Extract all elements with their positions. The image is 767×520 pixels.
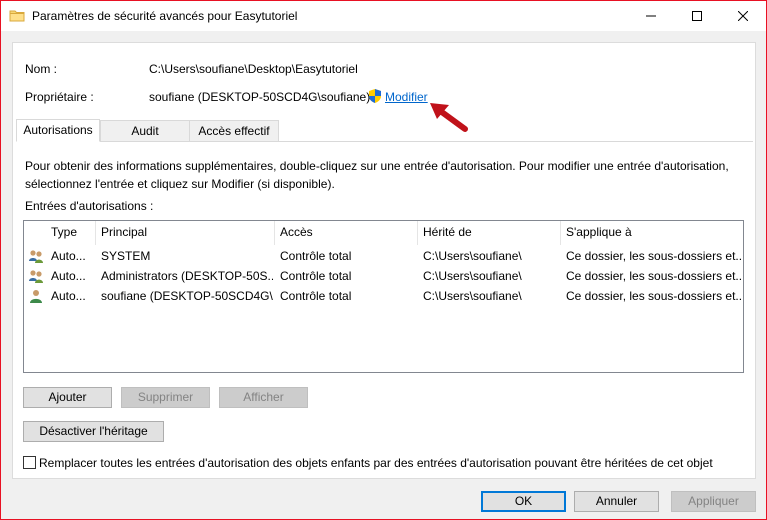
row-type: Auto...	[51, 289, 86, 303]
instructions-text: Pour obtenir des informations supplément…	[25, 159, 729, 191]
row-applies: Ce dossier, les sous-dossiers et...	[566, 249, 742, 263]
row-principal: soufiane (DESKTOP-50SCD4G\...	[101, 289, 273, 303]
name-label: Nom :	[25, 62, 58, 76]
cancel-button[interactable]: Annuler	[574, 491, 659, 512]
red-arrow-annotation-icon	[430, 103, 468, 132]
close-icon	[738, 11, 748, 21]
minimize-icon	[646, 15, 656, 17]
row-applies: Ce dossier, les sous-dossiers et...	[566, 289, 742, 303]
maximize-button[interactable]	[674, 1, 720, 31]
tab-audit[interactable]: Audit	[100, 120, 190, 142]
table-row[interactable]: Auto... SYSTEM Contrôle total C:\Users\s…	[24, 246, 743, 266]
title-bar[interactable]: Paramètres de sécurité avancés pour Easy…	[1, 1, 766, 31]
column-header-principal[interactable]: Principal	[96, 221, 275, 245]
row-access: Contrôle total	[280, 249, 352, 263]
tab-acces-effectif[interactable]: Accès effectif	[189, 120, 279, 142]
single-user-icon	[28, 288, 44, 304]
row-type: Auto...	[51, 269, 86, 283]
remove-button[interactable]: Supprimer	[121, 387, 210, 408]
row-access: Contrôle total	[280, 289, 352, 303]
view-button[interactable]: Afficher	[219, 387, 308, 408]
owner-label: Propriétaire :	[25, 90, 94, 104]
name-value: C:\Users\soufiane\Desktop\Easytutoriel	[149, 62, 358, 76]
row-inherited: C:\Users\soufiane\	[423, 269, 522, 283]
disable-inheritance-button[interactable]: Désactiver l'héritage	[23, 421, 164, 442]
row-applies: Ce dossier, les sous-dossiers et...	[566, 269, 742, 283]
uac-shield-icon	[367, 88, 383, 104]
security-dialog-window: Paramètres de sécurité avancés pour Easy…	[0, 0, 767, 520]
row-type: Auto...	[51, 249, 86, 263]
column-header-type[interactable]: Type	[46, 221, 96, 245]
tab-autorisations[interactable]: Autorisations	[16, 119, 100, 142]
row-access: Contrôle total	[280, 269, 352, 283]
maximize-icon	[692, 11, 702, 21]
list-header: Type Principal Accès Hérité de S'appliqu…	[24, 221, 743, 245]
folder-icon	[9, 8, 25, 24]
row-principal: Administrators (DESKTOP-50S...	[101, 269, 273, 283]
permissions-list[interactable]: Type Principal Accès Hérité de S'appliqu…	[23, 220, 744, 373]
apply-button[interactable]: Appliquer	[671, 491, 756, 512]
row-principal: SYSTEM	[101, 249, 151, 263]
replace-child-permissions-checkbox[interactable]	[23, 456, 36, 469]
group-users-icon	[28, 248, 44, 264]
table-row[interactable]: Auto... Administrators (DESKTOP-50S... C…	[24, 266, 743, 286]
minimize-button[interactable]	[628, 1, 674, 31]
row-inherited: C:\Users\soufiane\	[423, 289, 522, 303]
add-button[interactable]: Ajouter	[23, 387, 112, 408]
ok-button[interactable]: OK	[481, 491, 566, 512]
row-inherited: C:\Users\soufiane\	[423, 249, 522, 263]
window-title: Paramètres de sécurité avancés pour Easy…	[32, 9, 298, 23]
group-users-icon	[28, 268, 44, 284]
replace-child-permissions-label[interactable]: Remplacer toutes les entrées d'autorisat…	[39, 456, 713, 470]
close-button[interactable]	[720, 1, 766, 31]
column-header-access[interactable]: Accès	[275, 221, 418, 245]
owner-value: soufiane (DESKTOP-50SCD4G\soufiane)	[149, 90, 371, 104]
table-row[interactable]: Auto... soufiane (DESKTOP-50SCD4G\... Co…	[24, 286, 743, 306]
column-header-inherited[interactable]: Hérité de	[418, 221, 561, 245]
column-header-applies[interactable]: S'applique à	[561, 221, 743, 245]
change-owner-link[interactable]: Modifier	[385, 90, 428, 104]
entries-label: Entrées d'autorisations :	[25, 199, 154, 213]
